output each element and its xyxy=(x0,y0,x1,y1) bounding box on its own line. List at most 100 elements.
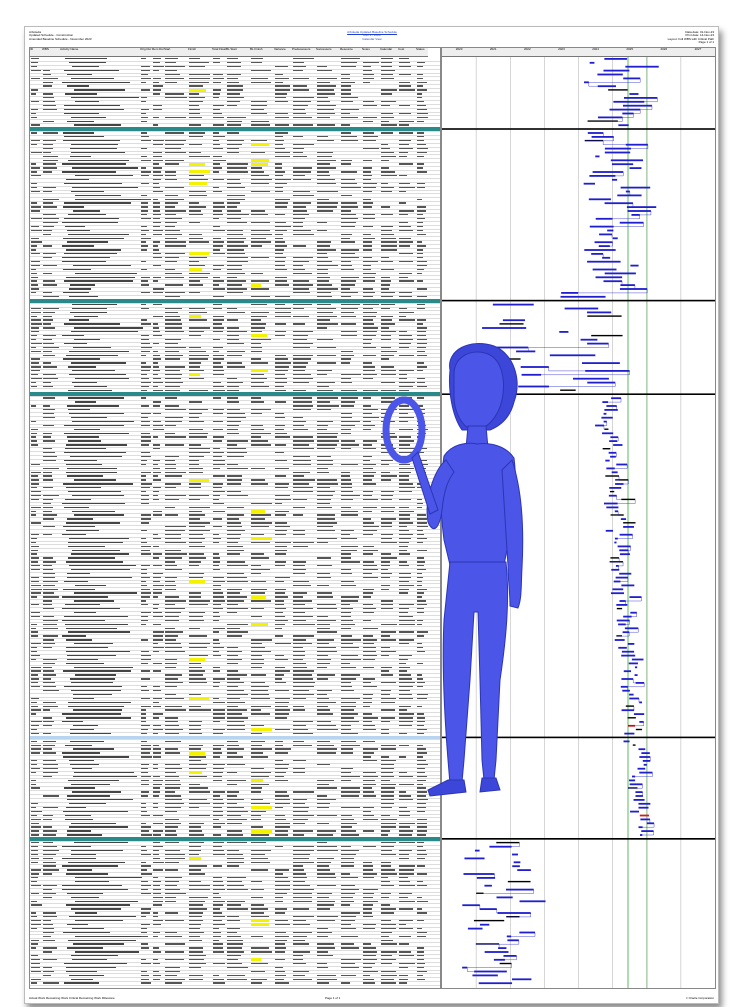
cell-text-stroke xyxy=(62,713,121,715)
cell-text-stroke xyxy=(227,608,249,610)
cell-text-stroke xyxy=(341,884,355,887)
cell-text-stroke xyxy=(227,904,242,906)
cell-text-stroke xyxy=(31,62,39,64)
cell-text-stroke xyxy=(317,491,336,493)
cell-text-stroke xyxy=(165,424,176,427)
cell-text-stroke xyxy=(275,73,283,76)
cell-text-stroke xyxy=(293,366,306,368)
cell-text-stroke xyxy=(317,740,330,742)
cell-text-stroke xyxy=(275,767,288,770)
cell-text-stroke xyxy=(417,221,424,224)
cell-text-stroke xyxy=(293,116,313,118)
cell-text-stroke xyxy=(363,276,375,278)
cell-text-stroke xyxy=(43,397,55,399)
cell-text-stroke xyxy=(317,436,337,438)
cell-text-stroke xyxy=(275,459,288,462)
activity-bar xyxy=(615,576,628,579)
cell-text-stroke xyxy=(341,514,358,516)
cell-text-stroke xyxy=(251,557,269,559)
cell-text-stroke xyxy=(341,861,355,863)
cell-text-stroke xyxy=(153,225,160,228)
cell-text-stroke xyxy=(399,143,409,146)
cell-text-stroke xyxy=(43,662,55,664)
cell-text-stroke xyxy=(153,159,164,161)
cell-text-stroke xyxy=(43,186,56,189)
cell-text-stroke xyxy=(153,814,164,817)
cell-text-stroke xyxy=(31,725,40,727)
cell-text-stroke xyxy=(363,576,378,579)
cell-text-stroke xyxy=(227,764,246,766)
cell-text-stroke xyxy=(293,475,305,477)
cell-text-stroke xyxy=(31,697,39,700)
cell-text-stroke xyxy=(341,202,358,204)
cell-text-stroke xyxy=(74,600,114,602)
cell-text-stroke xyxy=(189,756,207,758)
cell-text-stroke xyxy=(227,686,239,688)
activity-bar xyxy=(627,643,635,645)
cell-text-stroke xyxy=(153,264,161,267)
cell-text-stroke xyxy=(64,615,129,618)
cell-text-stroke xyxy=(189,923,201,926)
cell-text-stroke xyxy=(275,549,288,551)
cell-text-stroke xyxy=(227,448,246,450)
cell-text-stroke xyxy=(341,596,360,598)
cell-text-stroke xyxy=(363,62,379,64)
cell-text-stroke xyxy=(363,588,375,590)
cell-text-stroke xyxy=(189,93,200,95)
cell-text-stroke xyxy=(293,483,310,485)
cell-text-stroke xyxy=(43,526,55,528)
cell-text-stroke xyxy=(251,397,262,399)
cell-text-stroke xyxy=(293,354,314,356)
cell-text-stroke xyxy=(31,327,39,329)
cell-text-stroke xyxy=(189,955,206,957)
cell-text-stroke xyxy=(417,849,426,852)
activity-bar xyxy=(484,951,509,953)
cell-text-stroke xyxy=(153,588,162,590)
cell-text-stroke xyxy=(293,444,309,446)
cell-text-stroke xyxy=(293,257,313,259)
cell-text-stroke xyxy=(213,631,220,633)
cell-text-stroke xyxy=(153,884,160,887)
cell-text-stroke xyxy=(153,806,159,809)
cell-text-stroke xyxy=(165,315,181,317)
cell-text-stroke xyxy=(227,631,249,633)
activity-bar xyxy=(479,923,490,926)
cell-text-stroke xyxy=(153,596,158,598)
cell-text-stroke xyxy=(251,374,264,376)
cell-text-stroke xyxy=(341,611,352,614)
cell-text-stroke xyxy=(227,580,248,583)
cell-text-stroke xyxy=(363,869,373,871)
cell-text-stroke xyxy=(153,725,161,727)
cell-text-stroke xyxy=(141,260,146,263)
cell-text-stroke xyxy=(341,623,355,625)
cell-text-stroke xyxy=(293,604,306,606)
cell-text-stroke xyxy=(363,366,375,368)
cell-text-stroke xyxy=(227,849,239,852)
cell-text-stroke xyxy=(141,767,149,770)
cell-text-stroke xyxy=(227,292,243,294)
cell-text-stroke xyxy=(66,717,131,719)
cell-text-stroke xyxy=(363,440,377,442)
cell-text-stroke xyxy=(165,982,183,984)
cell-text-stroke xyxy=(43,167,58,169)
cell-text-stroke xyxy=(341,413,352,415)
cell-text-stroke xyxy=(251,175,270,177)
cell-text-stroke xyxy=(62,502,125,505)
cell-text-stroke xyxy=(317,927,328,930)
cell-text-stroke xyxy=(227,725,245,727)
header-title: Arboleda Updated Baseline Schedule Rev 3… xyxy=(337,31,407,41)
cell-text-stroke xyxy=(251,888,265,891)
cell-text-stroke xyxy=(43,752,56,754)
activity-bar xyxy=(597,73,623,76)
cell-text-stroke xyxy=(31,565,40,567)
cell-text-stroke xyxy=(399,974,408,976)
cell-text-stroke xyxy=(141,132,147,134)
cell-text-stroke xyxy=(189,143,202,146)
cell-text-stroke xyxy=(43,732,52,735)
cell-text-stroke xyxy=(213,643,221,645)
cell-text-stroke xyxy=(68,861,126,863)
cell-text-stroke xyxy=(141,405,150,407)
cell-text-stroke xyxy=(66,647,108,649)
cell-text-stroke xyxy=(317,479,337,481)
cell-text-stroke xyxy=(275,494,291,497)
